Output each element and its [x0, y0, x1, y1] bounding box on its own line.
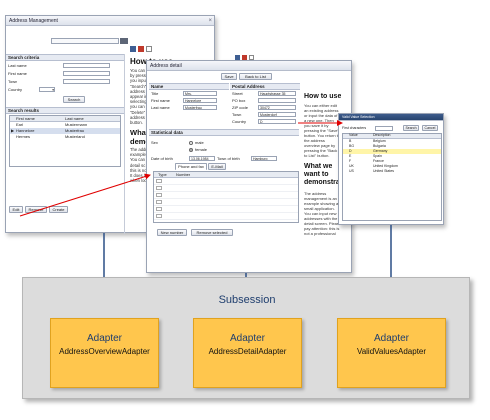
adapter-name: ValidValuesAdapter	[356, 347, 427, 356]
subsession-box: Subsession Adapter AddressOverviewAdapte…	[22, 277, 470, 399]
adapter-title: Adapter	[229, 333, 266, 344]
adapter-title: Adapter	[86, 333, 123, 344]
adapter-name: AddressDetailAdapter	[208, 347, 287, 356]
adapter-name: AddressOverviewAdapter	[59, 347, 150, 356]
subsession-label: Subsession	[218, 294, 276, 306]
adapter-title: Adapter	[373, 333, 410, 344]
adapter-box-overview: Adapter AddressOverviewAdapter	[50, 318, 159, 388]
adapter-box-detail: Adapter AddressDetailAdapter	[193, 318, 302, 388]
adapter-box-valid-values: Adapter ValidValuesAdapter	[337, 318, 446, 388]
edit-to-detail-arrow	[19, 173, 151, 217]
